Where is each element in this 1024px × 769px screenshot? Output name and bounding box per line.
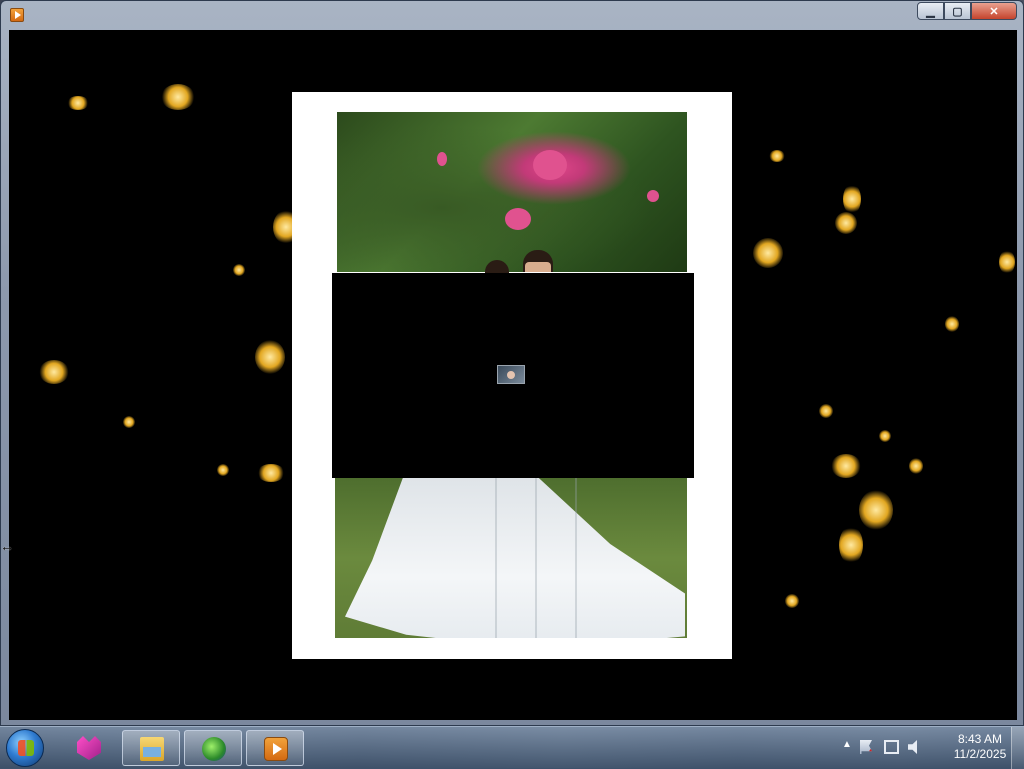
caption-buttons: ▁ ▢ ✕ (917, 2, 1017, 20)
bokeh-dot (233, 264, 245, 276)
taskbar-button-media-player[interactable] (246, 730, 304, 766)
cat-app-icon (77, 736, 101, 760)
flower-cluster (647, 190, 659, 202)
clock-time: 8:43 AM (957, 732, 1003, 746)
bokeh-dot (999, 250, 1015, 274)
bokeh-dot (835, 212, 857, 234)
windows-start-orb-icon[interactable] (6, 729, 44, 767)
bokeh-dot (161, 84, 195, 110)
flower-cluster (437, 152, 447, 166)
bokeh-dot (769, 150, 785, 162)
system-tray: ▲ x 8:43 AM 11/2/2025 (834, 727, 1024, 769)
download-manager-icon (202, 737, 226, 761)
minimize-button[interactable]: ▁ (917, 2, 944, 20)
photo-thumbnail-icon[interactable] (497, 365, 525, 384)
media-player-icon[interactable] (10, 8, 24, 22)
bokeh-dot (67, 96, 89, 110)
bokeh-dot (945, 316, 959, 332)
bokeh-dot (785, 594, 799, 608)
flower-cluster (505, 208, 531, 230)
bokeh-dot (909, 458, 923, 474)
taskbar-button-file-explorer[interactable] (122, 730, 180, 766)
bokeh-dot (843, 184, 861, 214)
bokeh-dot (879, 430, 891, 442)
bokeh-dot (839, 526, 863, 564)
bokeh-dot (257, 464, 285, 482)
taskbar: ▲ x 8:43 AM 11/2/2025 (0, 726, 1024, 769)
bokeh-dot (819, 404, 833, 418)
bokeh-dot (123, 416, 135, 428)
wedding-dress (345, 478, 685, 638)
show-hidden-icons-chevron-icon[interactable]: ▲ (842, 739, 852, 750)
clock[interactable]: 8:43 AM 11/2/2025 (944, 732, 1016, 762)
bokeh-dot (217, 464, 229, 476)
flower-cluster (533, 150, 567, 180)
close-button[interactable]: ✕ (971, 2, 1017, 20)
clock-date: 11/2/2025 (953, 747, 1007, 761)
resize-cursor-icon: ↔ (0, 538, 14, 554)
dress-fold (575, 478, 577, 638)
error-badge-icon: x (869, 748, 872, 754)
maximize-button[interactable]: ▢ (944, 2, 971, 20)
bokeh-dot (39, 360, 69, 384)
groom-face (525, 262, 551, 272)
loading-overlay (332, 273, 694, 478)
bokeh-dot (255, 340, 285, 374)
file-explorer-icon (140, 737, 164, 761)
taskbar-button-cat-app[interactable] (60, 730, 118, 766)
media-player-icon (264, 737, 288, 761)
dress-fold (495, 478, 497, 638)
wedding-photo-top (337, 112, 687, 274)
volume-muted-icon[interactable] (908, 740, 917, 754)
wedding-photo-bottom (335, 478, 687, 638)
show-desktop-button[interactable] (1011, 727, 1024, 769)
media-player-window: ▁ ▢ ✕ (0, 0, 1024, 726)
dress-fold (535, 478, 537, 638)
bokeh-dot (753, 238, 783, 268)
action-center-icon[interactable]: x (860, 740, 872, 754)
bokeh-dot (831, 454, 861, 478)
bride-head (485, 260, 509, 274)
bokeh-dot (859, 490, 893, 530)
taskbar-button-download-manager[interactable] (184, 730, 242, 766)
video-canvas[interactable] (9, 30, 1017, 720)
network-icon[interactable] (884, 740, 899, 754)
